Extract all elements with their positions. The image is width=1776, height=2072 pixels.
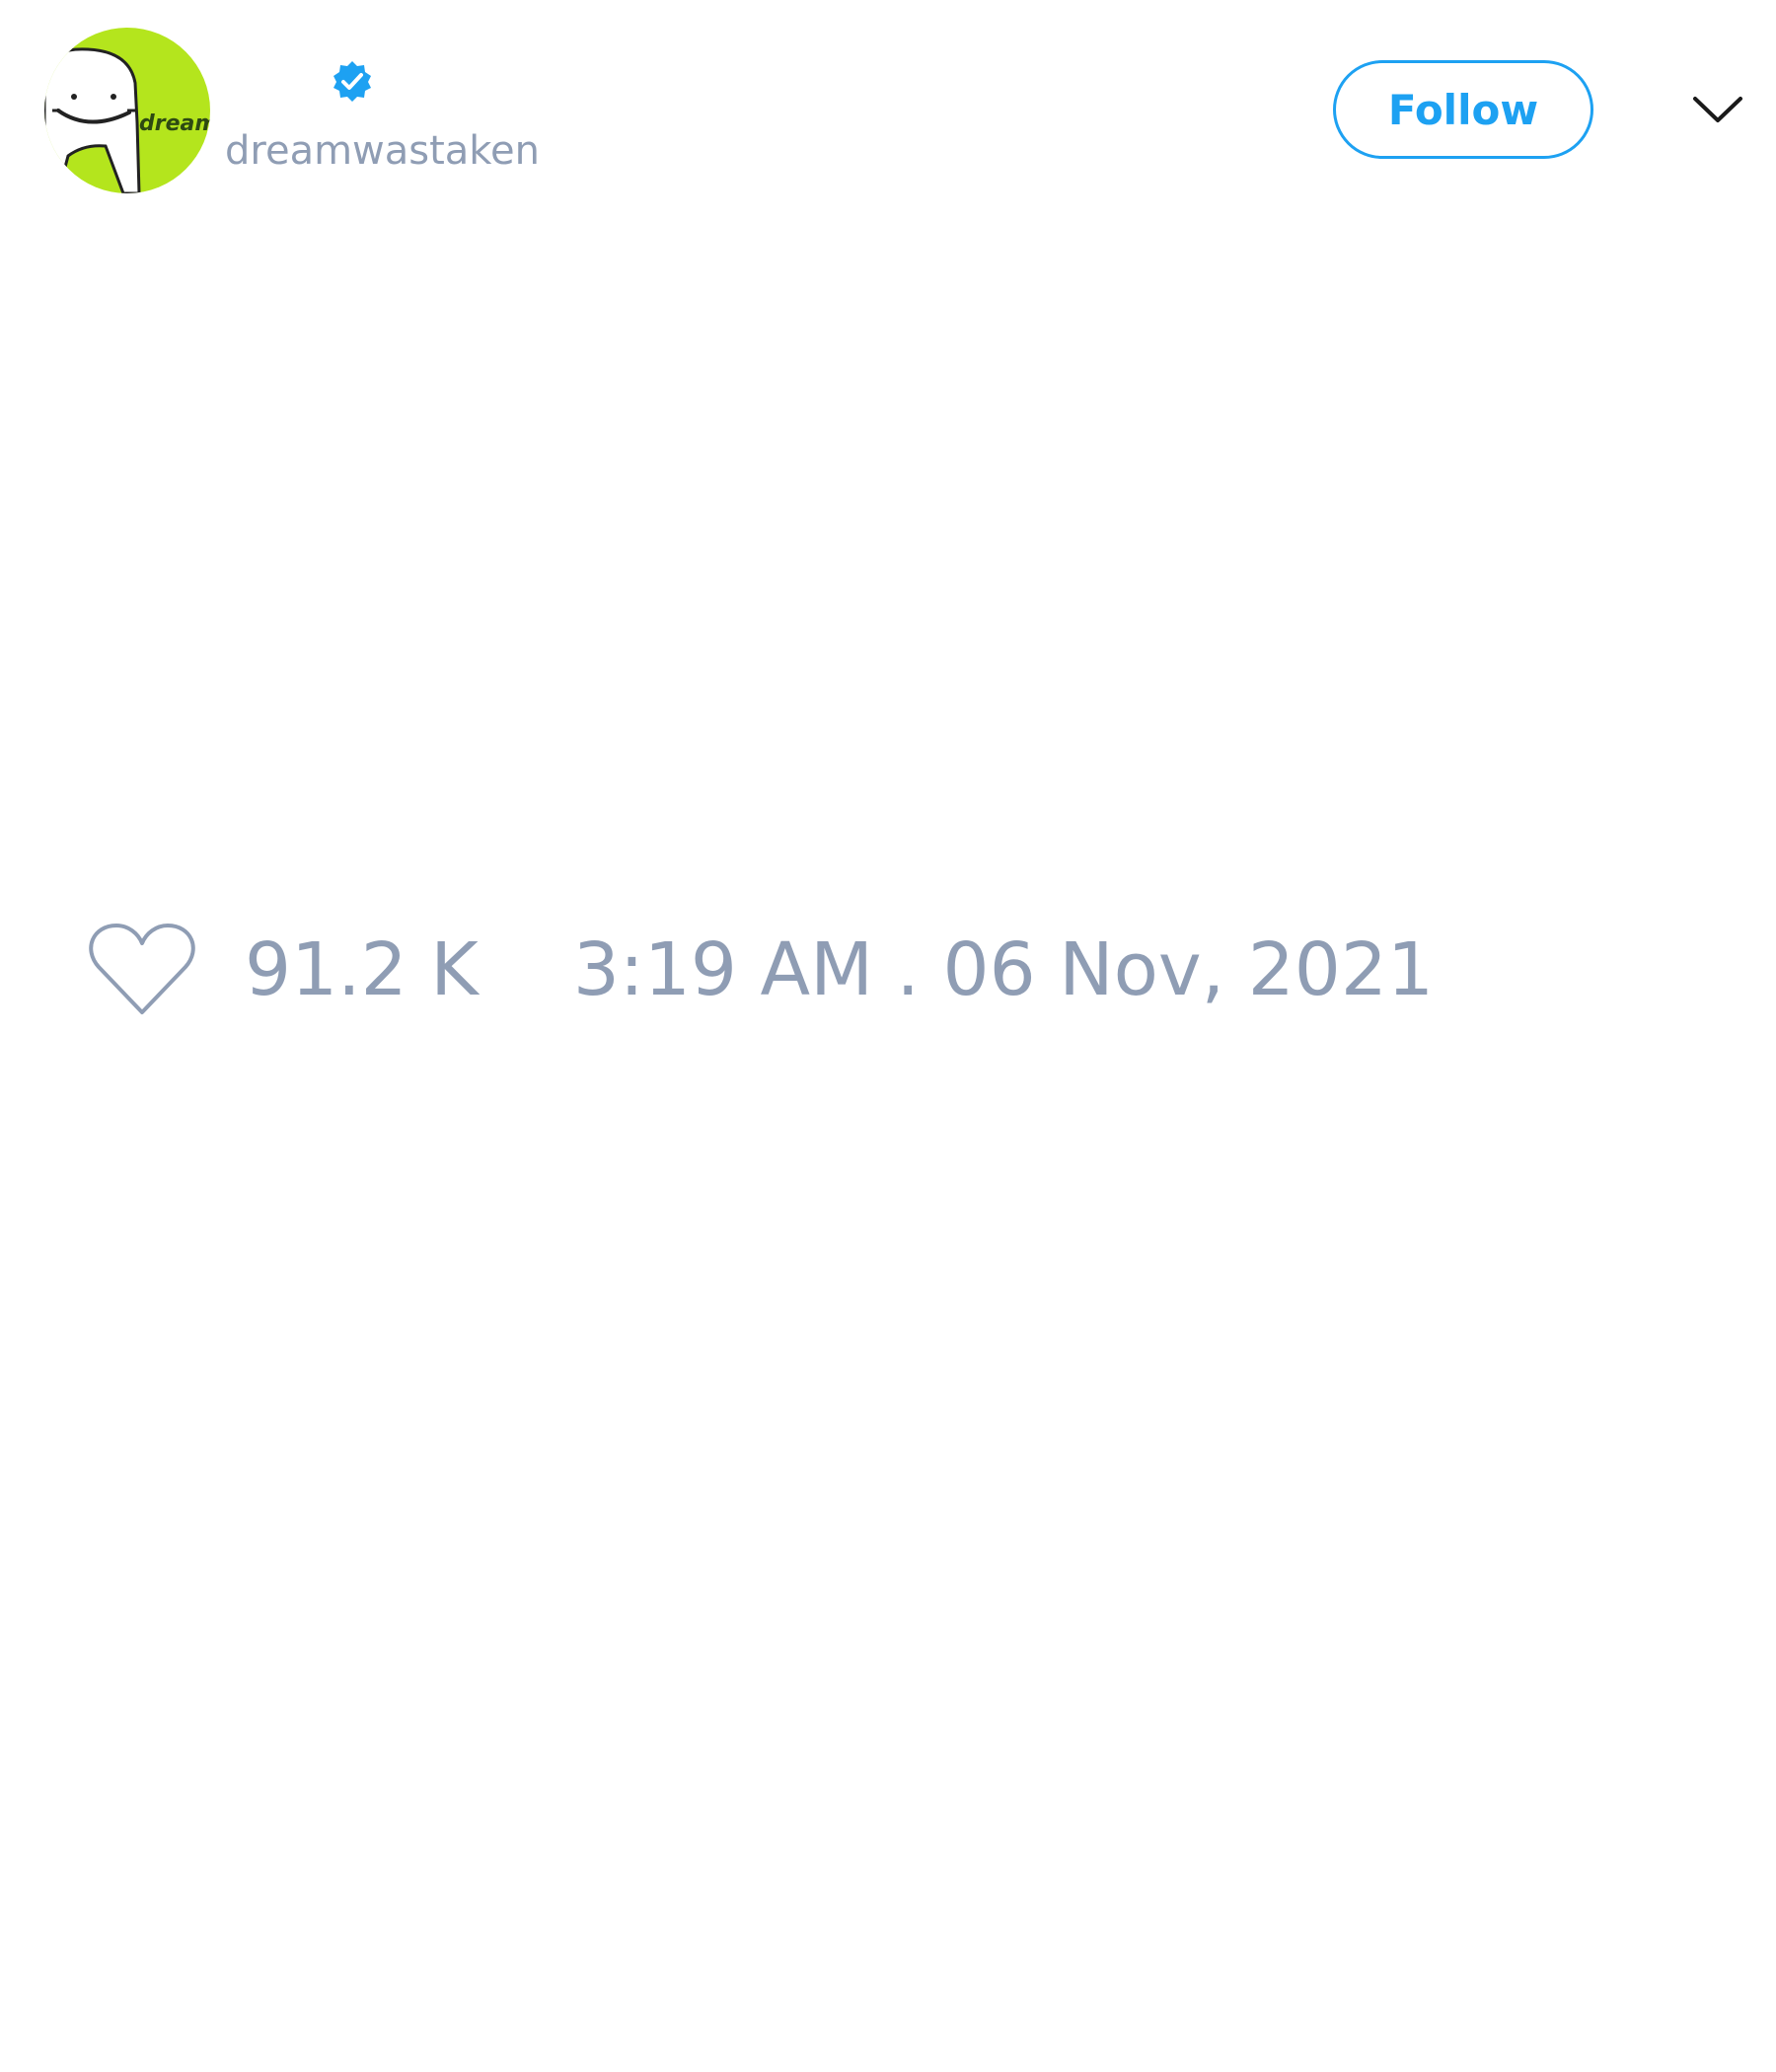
tweet-card: dream dreamwastaken Follow 91.2 K 3:19 A… xyxy=(0,0,1776,2072)
svg-text:dream: dream xyxy=(139,111,210,136)
avatar-image: dream xyxy=(44,28,210,193)
tweet-timestamp[interactable]: 3:19 AM . 06 Nov, 2021 xyxy=(573,927,1434,1012)
heart-icon[interactable] xyxy=(89,922,195,1018)
avatar[interactable]: dream xyxy=(44,28,210,193)
tweet-footer: 91.2 K 3:19 AM . 06 Nov, 2021 xyxy=(89,916,1434,1024)
verified-badge-icon xyxy=(333,61,371,102)
chevron-down-icon[interactable] xyxy=(1689,87,1746,134)
author-handle[interactable]: dreamwastaken xyxy=(225,126,540,176)
like-count: 91.2 K xyxy=(245,927,479,1012)
follow-button[interactable]: Follow xyxy=(1333,60,1593,159)
